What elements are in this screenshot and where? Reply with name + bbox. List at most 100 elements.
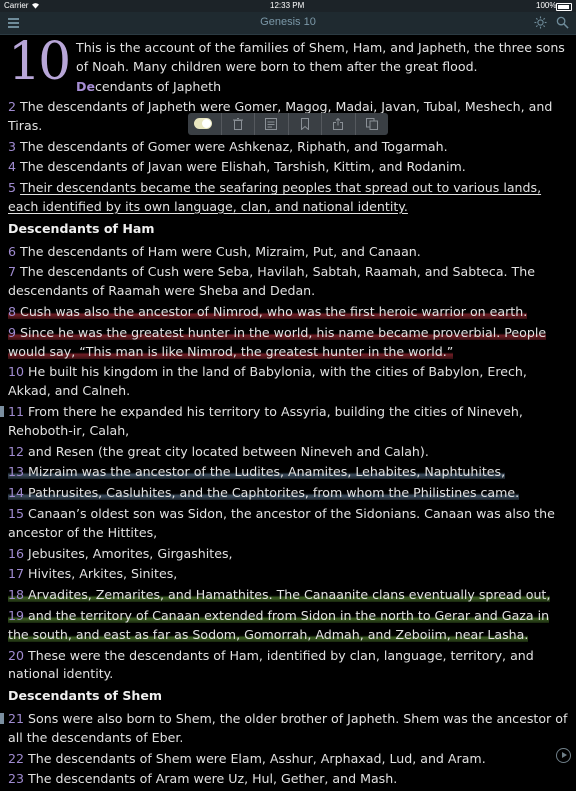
highlight-green: 18 Arvadites, Zemarites, and Hamathites.… xyxy=(8,587,551,603)
verse-text: Since he was the greatest hunter in the … xyxy=(8,324,547,359)
verse-text: Cush was also the ancestor of Nimrod, wh… xyxy=(20,303,528,319)
verse-text: and Resen (the great city located betwee… xyxy=(28,443,429,459)
verse-text: Sons were also born to Shem, the older b… xyxy=(8,710,568,745)
verse-17[interactable]: 17 Hivites, Arkites, Sinites, xyxy=(8,565,568,584)
verse-1[interactable]: This is the account of the families of S… xyxy=(76,39,568,96)
battery-percent: 100% xyxy=(536,1,557,10)
verse-text: He built his kingdom in the land of Baby… xyxy=(8,364,527,399)
share-icon xyxy=(333,118,344,130)
trash-icon xyxy=(232,118,243,130)
verse-13[interactable]: 13 Mizraim was the ancestor of the Ludit… xyxy=(8,463,568,482)
verse-number: 11 xyxy=(8,403,25,419)
verse-number: 3 xyxy=(8,138,17,154)
chapter-title[interactable]: Genesis 10 xyxy=(0,16,576,28)
carrier-label: Carrier xyxy=(4,1,29,10)
verse-22[interactable]: 22 The descendants of Shem were Elam, As… xyxy=(8,750,568,769)
verse-number: 19 xyxy=(8,607,25,623)
verse-text: Jebusites, Amorites, Girgashites, xyxy=(28,545,233,561)
note-button[interactable] xyxy=(255,113,289,135)
verse-7[interactable]: 7 The descendants of Cush were Seba, Hav… xyxy=(8,263,568,301)
verse-5[interactable]: 5 Their descendants became the seafaring… xyxy=(8,179,568,217)
section-heading-shem: Descendants of Shem xyxy=(8,688,163,704)
highlight-red: 8 Cush was also the ancestor of Nimrod, … xyxy=(8,303,528,319)
verse-number: 21 xyxy=(8,710,25,726)
battery-icon xyxy=(556,3,572,11)
status-bar: Carrier 12:33 PM 100% xyxy=(0,0,576,12)
verse-15[interactable]: 15 Canaan’s oldest son was Sidon, the an… xyxy=(8,505,568,543)
section-heading-rest: cendants of Japheth xyxy=(95,78,222,94)
chapter-header: 10 This is the account of the families o… xyxy=(8,32,568,98)
verse-number: 4 xyxy=(8,159,17,175)
verse-number: 8 xyxy=(8,303,17,319)
status-time: 12:33 PM xyxy=(270,1,305,10)
search-icon[interactable] xyxy=(556,16,569,29)
verse-text: The descendants of Aram were Uz, Hul, Ge… xyxy=(28,771,398,787)
chapter-content: 10 This is the account of the families o… xyxy=(0,32,568,791)
verse-14[interactable]: 14 Pathrusites, Casluhites, and the Caph… xyxy=(8,484,568,503)
verse-16[interactable]: 16 Jebusites, Amorites, Girgashites, xyxy=(8,545,568,564)
highlight-toggle-icon xyxy=(194,118,212,129)
verse-23[interactable]: 23 The descendants of Aram were Uz, Hul,… xyxy=(8,770,568,789)
copy-icon xyxy=(365,118,378,130)
verse-4[interactable]: 4 The descendants of Javan were Elishah,… xyxy=(8,158,568,177)
verse-text: Canaan’s oldest son was Sidon, the ances… xyxy=(8,505,555,540)
verse-text: Their descendants became the seafaring p… xyxy=(8,180,542,214)
delete-button[interactable] xyxy=(222,113,255,135)
verse-text: The descendants of Shem were Elam, Asshu… xyxy=(28,750,486,766)
verse-19[interactable]: 19 and the territory of Canaan extended … xyxy=(8,607,568,645)
verse-text: These were the descendants of Ham, ident… xyxy=(8,647,534,682)
verse-number: 2 xyxy=(8,99,17,114)
note-icon xyxy=(265,118,278,130)
verse-number: 18 xyxy=(8,587,25,603)
section-heading-japheth: Decendants of Japheth xyxy=(76,78,568,97)
bookmark-button[interactable] xyxy=(289,113,322,135)
play-icon[interactable] xyxy=(556,748,571,763)
verse-text: The descendants of Ham were Cush, Mizrai… xyxy=(20,243,421,259)
verse-21[interactable]: 21 Sons were also born to Shem, the olde… xyxy=(0,710,568,748)
verse-text: Mizraim was the ancestor of the Ludites,… xyxy=(28,464,506,480)
verse-1-text: This is the account of the families of S… xyxy=(76,40,565,74)
verse-number: 13 xyxy=(8,464,25,480)
verse-text: Pathrusites, Casluhites, and the Caphtor… xyxy=(28,485,520,501)
bookmark-marker-icon xyxy=(0,712,4,724)
verse-9[interactable]: 9 Since he was the greatest hunter in th… xyxy=(8,324,568,362)
verse-20[interactable]: 20 These were the descendants of Ham, id… xyxy=(8,647,568,685)
verse-12[interactable]: 12 and Resen (the great city located bet… xyxy=(8,443,568,462)
verse-18[interactable]: 18 Arvadites, Zemarites, and Hamathites.… xyxy=(8,586,568,605)
verse-number: 16 xyxy=(8,545,25,561)
verse-number: 23 xyxy=(8,771,25,787)
verse-number: 22 xyxy=(8,750,25,766)
verse-11[interactable]: 11 From there he expanded his territory … xyxy=(0,403,568,441)
verse-text: The descendants of Cush were Seba, Havil… xyxy=(8,264,535,299)
verse-text: The descendants of Gomer were Ashkenaz, … xyxy=(20,138,448,154)
share-button[interactable] xyxy=(322,113,356,135)
verse-text: and the territory of Canaan extended fro… xyxy=(8,607,550,642)
highlight-blue: 14 Pathrusites, Casluhites, and the Caph… xyxy=(8,485,520,501)
bookmark-marker-icon xyxy=(0,405,4,417)
verse-number: 7 xyxy=(8,264,17,280)
verse-number: 17 xyxy=(8,566,25,582)
verse-number: 12 xyxy=(8,443,25,459)
verse-text: Arvadites, Zemarites, and Hamathites. Th… xyxy=(28,587,551,603)
verse-text: Hivites, Arkites, Sinites, xyxy=(28,566,178,582)
wifi-icon xyxy=(32,3,39,9)
verse-number: 6 xyxy=(8,243,17,259)
verse-text: From there he expanded his territory to … xyxy=(8,403,523,438)
highlight-blue: 13 Mizraim was the ancestor of the Ludit… xyxy=(8,464,506,480)
brightness-icon[interactable] xyxy=(534,16,547,29)
verse-3[interactable]: 3 The descendants of Gomer were Ashkenaz… xyxy=(8,138,568,157)
verse-6[interactable]: 6 The descendants of Ham were Cush, Mizr… xyxy=(8,243,568,262)
verse-number: 14 xyxy=(8,485,25,501)
verse-text: The descendants of Javan were Elishah, T… xyxy=(20,159,466,175)
verse-number: 10 xyxy=(8,364,25,380)
highlight-red: 9 Since he was the greatest hunter in th… xyxy=(8,324,547,359)
verse-10[interactable]: 10 He built his kingdom in the land of B… xyxy=(8,363,568,401)
section-heading-ham: Descendants of Ham xyxy=(8,220,155,236)
highlight-toggle-button[interactable] xyxy=(188,113,222,135)
verse-number: 9 xyxy=(8,324,17,340)
copy-button[interactable] xyxy=(356,113,389,135)
verse-8[interactable]: 8 Cush was also the ancestor of Nimrod, … xyxy=(8,303,568,322)
verse-number: 5 xyxy=(8,180,17,196)
nav-bar: Genesis 10 xyxy=(0,12,576,35)
verse-number: 15 xyxy=(8,505,25,521)
